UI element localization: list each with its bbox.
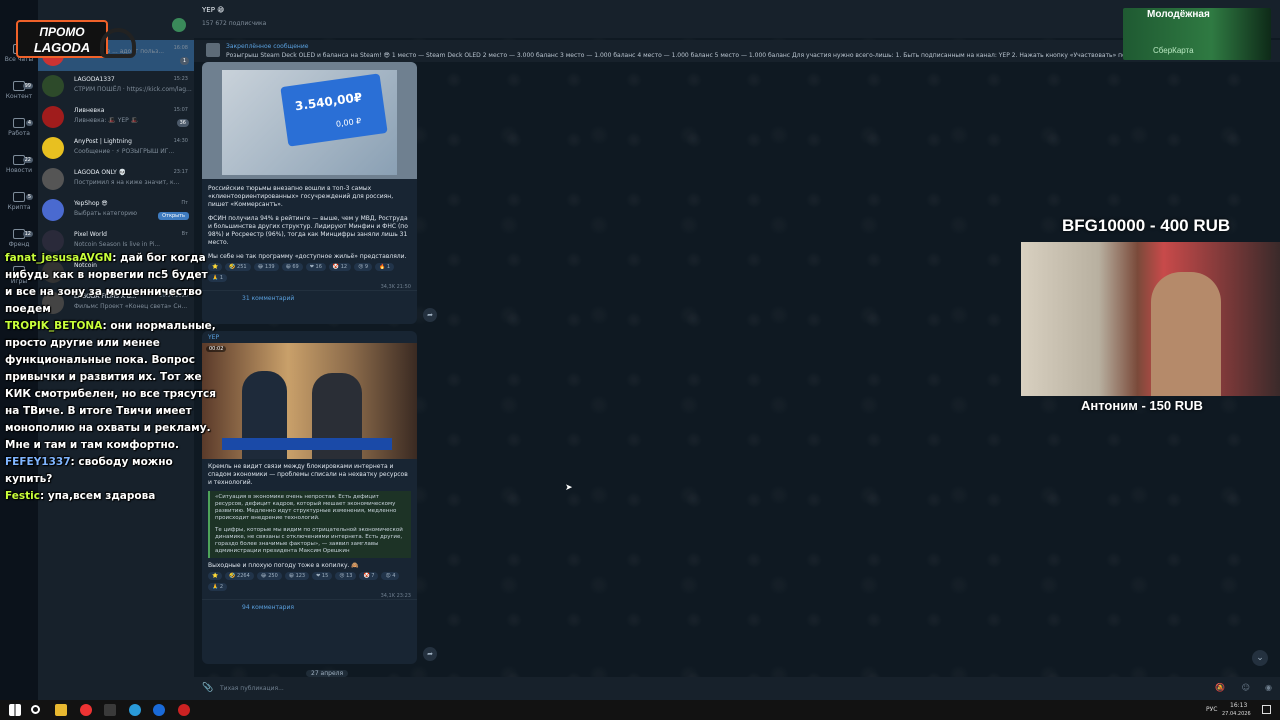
date-label: 27 апреля — [306, 670, 349, 677]
attach-icon[interactable]: 📎 — [202, 683, 213, 693]
video-player[interactable]: 00:02 — [202, 343, 417, 459]
open-button[interactable]: Открыть — [158, 212, 189, 220]
search-icon[interactable] — [31, 705, 40, 714]
avatar[interactable] — [172, 18, 186, 32]
folder-news[interactable]: 22 Новости — [0, 155, 38, 186]
post-text: Мы себе не так программу «доступное жиль… — [208, 253, 407, 260]
share-icon[interactable]: ➦ — [423, 647, 437, 661]
taskbar: РУС 16:13 27.04.2026 — [0, 700, 1280, 720]
bell-icon[interactable]: 🔕 — [1215, 683, 1225, 692]
telegram-icon[interactable] — [129, 704, 141, 716]
stream-chat: fanat_jesusaAVGN: дай бог когда нибудь к… — [5, 250, 217, 505]
reaction[interactable]: 🔥 1 — [375, 263, 395, 271]
folder-crypto[interactable]: 5 Крипта — [0, 192, 38, 223]
tray-time[interactable]: 16:13 — [1230, 702, 1247, 709]
cursor-icon: ➤ — [565, 483, 573, 493]
share-icon[interactable]: ➦ — [423, 308, 437, 322]
reaction[interactable]: 🤣 251 — [225, 263, 251, 271]
folder-icon — [13, 118, 25, 128]
reaction[interactable]: 😢 13 — [335, 572, 357, 580]
folder-content[interactable]: 99 Контент — [0, 81, 38, 112]
tv-banner — [222, 438, 392, 450]
stream-chat-message: Festic: упа,всем здарова — [5, 490, 156, 502]
reaction[interactable]: 😡 4 — [381, 572, 400, 580]
avatar — [42, 106, 64, 128]
donation-bottom: Антоним - 150 RUB — [1081, 398, 1203, 413]
windows-start-icon[interactable] — [9, 704, 21, 716]
promo-badge: ПРОМО LAGODA — [16, 20, 108, 58]
post-text: Кремль не видит связи между блокировками… — [208, 463, 408, 486]
tray-date[interactable]: 27.04.2026 — [1222, 711, 1251, 717]
message-input[interactable]: Тихая публикация... — [220, 685, 284, 692]
stream-chat-message: TROPIK_BETONA: они нормальные, просто др… — [5, 320, 216, 451]
app-icon[interactable] — [104, 704, 116, 716]
channel-post: 3.540,00₽ 0,00 ₽ Российские тюрьмы внеза… — [202, 62, 417, 324]
obs-icon[interactable] — [178, 704, 190, 716]
folder-icon — [13, 192, 25, 202]
pinned-thumbnail — [206, 43, 220, 57]
post-image[interactable]: 3.540,00₽ 0,00 ₽ — [202, 62, 417, 179]
chat-item[interactable]: YepShop 😎 Выбрать категорию Пт Открыть — [38, 195, 194, 226]
folder-icon[interactable] — [55, 704, 67, 716]
reaction[interactable]: ⭐ — [208, 572, 223, 580]
send-icon[interactable]: ◉ — [1265, 683, 1272, 692]
reaction[interactable]: 😁 69 — [281, 263, 303, 271]
chat-item[interactable]: LAGODA ONLY 💀 Постримил я на киже значит,… — [38, 164, 194, 195]
stream-chat-message: FEFEY1337: свободу можно купить? — [5, 456, 173, 485]
streamer — [1151, 272, 1221, 396]
reaction[interactable]: 🤡 7 — [359, 572, 379, 580]
channel-header[interactable]: YEP 😁 157 672 подписчика — [194, 0, 1280, 38]
avatar — [42, 199, 64, 221]
ad-banner: Молодёжная СберКарта — [1123, 8, 1271, 60]
reaction[interactable]: 🤣 2264 — [225, 572, 254, 580]
reaction[interactable]: 🤡 12 — [328, 263, 352, 271]
comments-link[interactable]: 31 комментарий — [202, 290, 417, 306]
reaction-bar: ⭐ 🤣 2264 😂 250 😁 123 ❤ 15 😢 13 🤡 7 😡 4 🙏… — [202, 570, 417, 593]
channel-post: YEP 00:02 Кремль не видит связи между бл… — [202, 331, 417, 664]
stream-chat-message: fanat_jesusaAVGN: дай бог когда нибудь к… — [5, 252, 208, 315]
price-card: 3.540,00₽ 0,00 ₽ — [280, 73, 388, 147]
phone-screenshot: 3.540,00₽ 0,00 ₽ — [222, 70, 397, 175]
post-text: Выходные и плохую погоду тоже в копилку.… — [208, 562, 359, 569]
yandex-browser-icon[interactable] — [80, 704, 92, 716]
avatar — [42, 230, 64, 252]
reaction[interactable]: 🙏 2 — [208, 583, 227, 591]
reaction[interactable]: 😂 250 — [256, 572, 282, 580]
avatar — [42, 137, 64, 159]
app-icon[interactable] — [153, 704, 165, 716]
emoji-icon[interactable]: ☺ — [1242, 683, 1250, 692]
avatar — [42, 75, 64, 97]
reaction[interactable]: ❤ 15 — [312, 572, 333, 580]
comments-link[interactable]: 94 комментария — [202, 599, 417, 615]
pinned-message[interactable]: Закреплённое сообщение Розыгрыш Steam De… — [194, 40, 1280, 62]
subscriber-count: 157 672 подписчика — [202, 20, 267, 27]
tray-lang[interactable]: РУС — [1206, 706, 1217, 713]
scroll-down-icon[interactable]: ⌄ — [1252, 650, 1268, 666]
chat-item[interactable]: Ливневка Ливневка: 🎩 YEP 🎩 15:07 36 — [38, 102, 194, 133]
reaction[interactable]: 😂 139 — [253, 263, 279, 271]
reaction[interactable]: ❤ 16 — [305, 263, 326, 271]
post-text: ФСИН получила 94% в рейтинге — выше, чем… — [208, 215, 408, 246]
folder-work[interactable]: 4 Работа — [0, 118, 38, 149]
donation-top: BFG10000 - 400 RUB — [1062, 216, 1231, 235]
avatar — [42, 168, 64, 190]
reaction[interactable]: 😁 123 — [284, 572, 310, 580]
post-text: Российские тюрьмы внезапно вошли в топ-3… — [208, 185, 394, 208]
headphones-icon — [100, 28, 136, 58]
post-author[interactable]: YEP — [202, 331, 417, 343]
notification-icon[interactable] — [1262, 705, 1271, 714]
chat-item[interactable]: AnyPost | Lightning Сообщение · ⚡ РОЗЫГРЫ… — [38, 133, 194, 164]
reaction-bar: ⭐ 🤣 251 😂 139 😁 69 ❤ 16 🤡 12 😢 9 🔥 1 🙏 1 — [202, 261, 417, 284]
quote-block: «Ситуация в экономике очень непростая. Е… — [208, 491, 411, 558]
reaction[interactable]: 😢 9 — [354, 263, 373, 271]
chat-item[interactable]: LAGODA1337 СТРИМ ПОШЁЛ · https://kick.com… — [38, 71, 194, 102]
message-input-bar: 📎 Тихая публикация... 🔕 ☺ ◉ — [194, 677, 1280, 700]
channel-title: YEP 😁 — [202, 6, 225, 14]
webcam-feed — [1021, 242, 1280, 396]
